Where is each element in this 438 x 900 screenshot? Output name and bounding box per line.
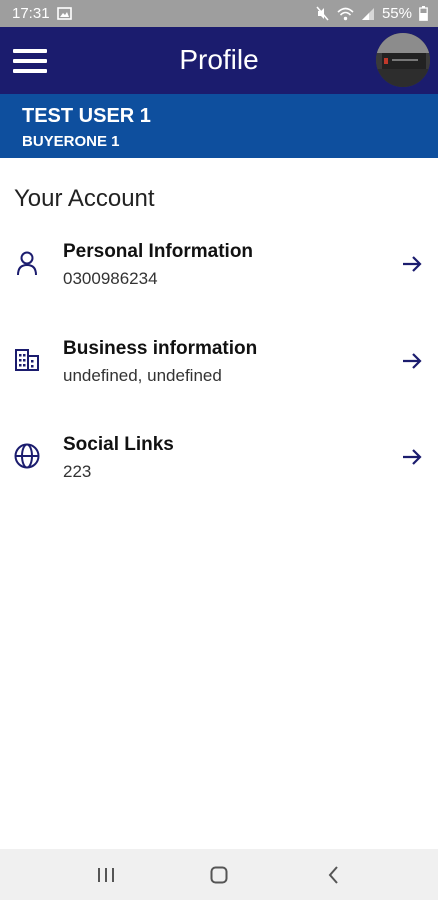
person-icon xyxy=(17,251,37,276)
avatar[interactable] xyxy=(376,33,430,87)
home-icon[interactable] xyxy=(204,862,234,888)
signal-icon xyxy=(361,7,374,20)
page-title: Profile xyxy=(179,44,259,75)
arrow-right-icon xyxy=(403,353,422,369)
battery-icon xyxy=(419,6,428,21)
list-item-social-links[interactable]: Social Links 223 xyxy=(0,425,438,509)
status-bar: 17:31 55% xyxy=(0,0,438,27)
list-item-title: Social Links xyxy=(63,434,174,455)
section-title: Your Account xyxy=(14,185,155,212)
list-item-title: Personal Information xyxy=(63,241,254,262)
list-item-subtitle: 223 xyxy=(63,462,92,481)
user-subtitle: BUYERONE 1 xyxy=(22,133,120,150)
arrow-right-icon xyxy=(403,256,422,272)
recent-apps-icon[interactable] xyxy=(91,862,121,888)
list-item-personal-information[interactable]: Personal Information 0300986234 xyxy=(0,232,438,316)
arrow-right-icon xyxy=(403,449,422,465)
wifi-icon xyxy=(337,7,354,20)
list-item-title: Business information xyxy=(63,338,258,359)
app-bar: Profile xyxy=(0,27,438,94)
mute-icon xyxy=(316,6,329,21)
status-time: 17:31 xyxy=(12,5,50,22)
list-item-business-information[interactable]: Business information undefined, undefine… xyxy=(0,329,438,413)
globe-icon xyxy=(14,443,40,469)
list-item-subtitle: undefined, undefined xyxy=(63,366,222,385)
user-name: TEST USER 1 xyxy=(22,105,151,127)
user-banner: TEST USER 1 BUYERONE 1 xyxy=(0,94,438,158)
gallery-notification-icon xyxy=(56,7,72,20)
system-nav-bar xyxy=(0,849,438,900)
list-item-subtitle: 0300986234 xyxy=(63,269,158,288)
battery-percentage: 55% xyxy=(381,5,412,22)
building-icon xyxy=(15,349,39,371)
back-icon[interactable] xyxy=(319,862,349,888)
